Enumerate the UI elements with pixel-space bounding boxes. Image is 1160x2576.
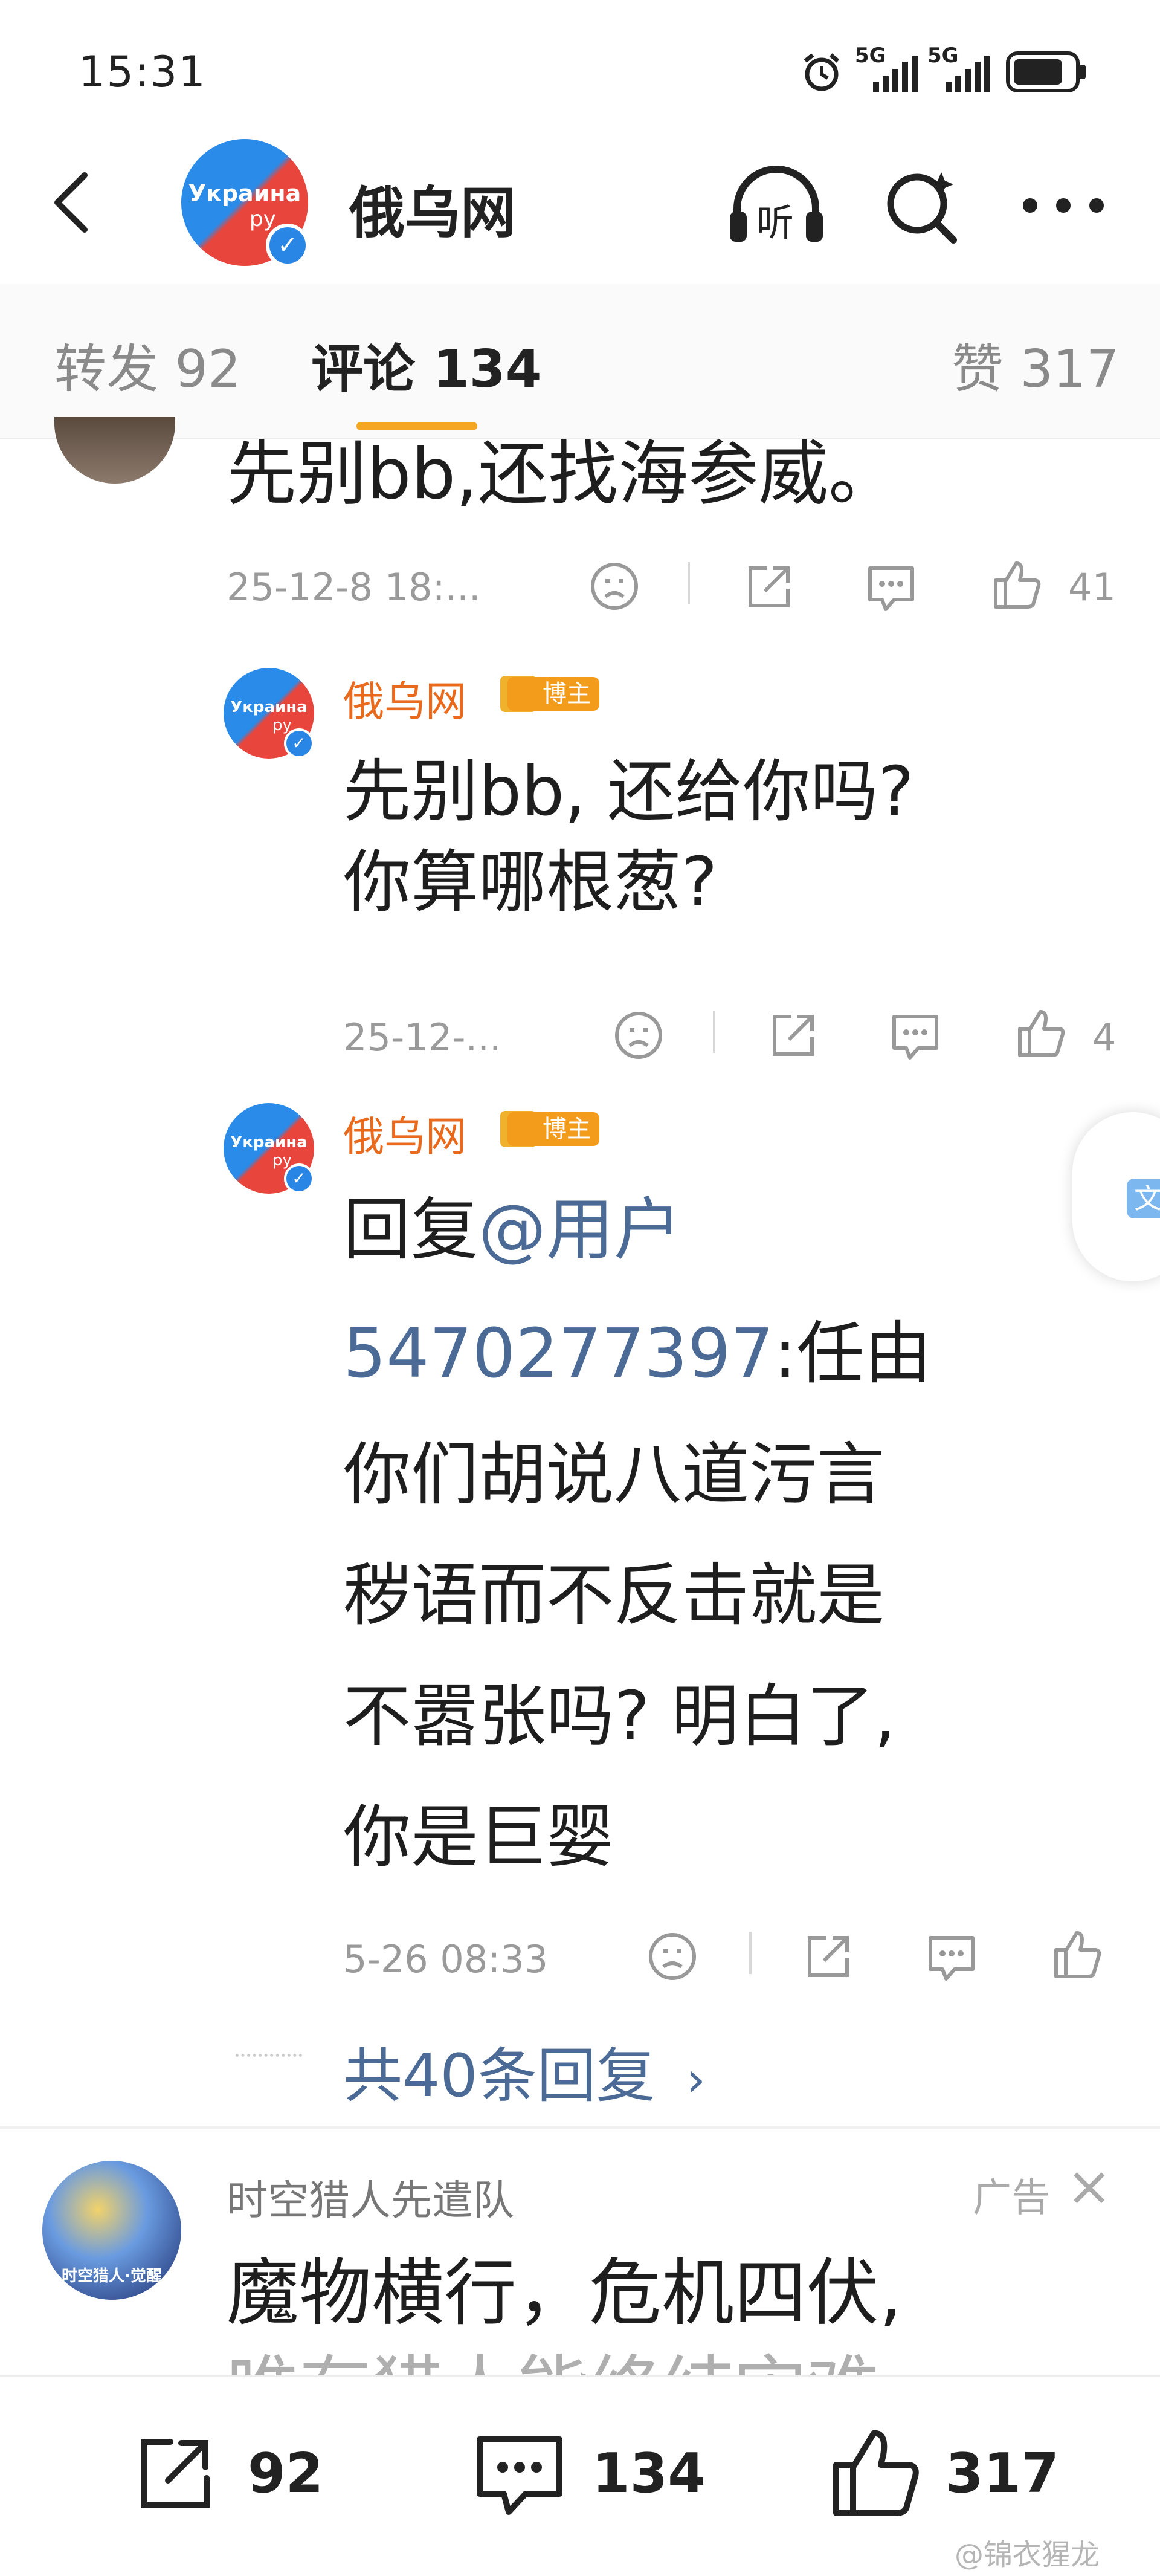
- floating-translate-button[interactable]: 文: [1072, 1112, 1160, 1281]
- commenter-avatar[interactable]: [54, 417, 175, 484]
- tab-likes[interactable]: 赞 317: [952, 326, 1119, 402]
- reply-line: 先别bb, 还给你吗?: [343, 752, 914, 831]
- like-count: 4: [1092, 1015, 1116, 1060]
- reply-avatar[interactable]: Украина ру ✓: [224, 1103, 317, 1197]
- more-replies-link[interactable]: 共40条回复 ›: [343, 2028, 706, 2114]
- ad-avatar[interactable]: 时空猎人·觉醒: [42, 2161, 181, 2300]
- comment-icon[interactable]: [924, 1932, 979, 1984]
- reply-line: 回复@用户: [343, 1185, 682, 1275]
- ad-text[interactable]: 魔物横行，危机四伏,: [227, 2248, 902, 2339]
- dotted-divider: [236, 2054, 302, 2057]
- comment-count: 134: [592, 2442, 706, 2505]
- reply-line: 你们胡说八道污言: [343, 1435, 884, 1514]
- tab-comments[interactable]: 评论 134: [311, 326, 541, 402]
- search-icon[interactable]: [882, 166, 961, 245]
- repost-button[interactable]: 92: [133, 2431, 350, 2516]
- mention-link[interactable]: @用户: [478, 1191, 682, 1269]
- bottom-action-bar: 92 134 317 @锦衣猩龙: [0, 2375, 1160, 2576]
- back-arrow-icon[interactable]: [48, 169, 97, 236]
- reply-text: :任由: [773, 1315, 932, 1393]
- verified-icon: ✓: [284, 1163, 314, 1194]
- logo-text: Украина: [230, 1133, 308, 1151]
- ad-label: 广告: [973, 2176, 1050, 2221]
- reply-avatar[interactable]: Украина ру ✓: [224, 668, 317, 762]
- ad-avatar-text: 时空猎人·觉醒: [62, 2267, 162, 2285]
- profile-header: Украина ру ✓ 俄乌网 听: [0, 139, 1160, 272]
- divider: [713, 1011, 715, 1053]
- reply-time: 25-12-...: [343, 1015, 501, 1060]
- more-icon[interactable]: [1021, 196, 1106, 215]
- reply-author[interactable]: 俄乌网: [343, 1103, 466, 1163]
- like-icon[interactable]: [1050, 1927, 1104, 1981]
- status-bar: 15:31 5G 5G: [0, 0, 1160, 139]
- reply-line: 不嚣张吗? 明白了,: [343, 1677, 896, 1756]
- comment-button[interactable]: 134: [471, 2431, 713, 2522]
- detail-tabs: 转发 92 评论 134 赞 317: [0, 284, 1160, 439]
- comment-text: 先别bb,还找海参威。: [227, 433, 899, 515]
- listen-label: 听: [756, 201, 794, 245]
- account-avatar[interactable]: Украина ру ✓: [181, 139, 314, 272]
- signal-icon: [946, 56, 990, 92]
- watermark: @锦衣猩龙: [955, 2538, 1100, 2572]
- share-icon: [141, 2439, 210, 2508]
- blogger-badge: 博主: [507, 1112, 599, 1146]
- share-icon[interactable]: [743, 561, 795, 613]
- share-icon[interactable]: [802, 1930, 854, 1982]
- signal-icon: [873, 56, 918, 92]
- verified-icon: ✓: [284, 728, 314, 759]
- reply-author[interactable]: 俄乌网: [343, 668, 466, 728]
- ad-author[interactable]: 时空猎人先遣队: [227, 2167, 514, 2227]
- logo-text: Украина: [230, 698, 308, 716]
- battery-icon: [1006, 51, 1086, 92]
- comment-icon[interactable]: [888, 1011, 942, 1063]
- reply-line: 秽语而不反击就是: [343, 1556, 884, 1635]
- reply-time: 5-26 08:33: [343, 1937, 549, 1981]
- ad-close-icon[interactable]: ×: [1066, 2155, 1112, 2218]
- divider: [749, 1932, 752, 1974]
- like-icon[interactable]: [990, 557, 1044, 612]
- more-replies-label: 共40条回复: [343, 2042, 656, 2111]
- dislike-face-icon[interactable]: [611, 1008, 666, 1063]
- translate-icon: 文: [1127, 1179, 1160, 1218]
- like-icon[interactable]: [1014, 1006, 1068, 1060]
- dislike-face-icon[interactable]: [645, 1929, 700, 1984]
- section-divider: [0, 2126, 1160, 2129]
- mention-id-link[interactable]: 5470277397: [343, 1315, 774, 1393]
- like-count: 41: [1068, 565, 1116, 609]
- verified-icon: ✓: [266, 224, 309, 267]
- reply-line: 你算哪根葱?: [343, 843, 718, 922]
- alarm-icon: [804, 53, 840, 91]
- listen-button[interactable]: 听: [725, 163, 828, 248]
- like-button[interactable]: 317: [828, 2425, 1081, 2522]
- like-count: 317: [946, 2442, 1059, 2505]
- status-time: 15:31: [79, 47, 207, 97]
- comment-icon: [477, 2436, 562, 2515]
- account-title[interactable]: 俄乌网: [349, 168, 516, 248]
- reply-prefix: 回复: [343, 1191, 478, 1269]
- tab-repost[interactable]: 转发 92: [54, 326, 241, 402]
- dislike-face-icon[interactable]: [587, 559, 642, 613]
- comment-icon[interactable]: [864, 562, 918, 614]
- chevron-right-icon: ›: [686, 2051, 706, 2108]
- reply-line: 你是巨婴: [343, 1798, 614, 1877]
- reply-line: 5470277397:任由: [343, 1309, 932, 1399]
- like-icon: [833, 2430, 919, 2516]
- repost-count: 92: [248, 2442, 324, 2505]
- divider: [688, 562, 690, 604]
- blogger-badge: 博主: [507, 677, 599, 711]
- share-icon[interactable]: [767, 1009, 819, 1061]
- comment-time: 25-12-8 18:...: [227, 565, 481, 609]
- logo-text: Украина: [188, 180, 301, 207]
